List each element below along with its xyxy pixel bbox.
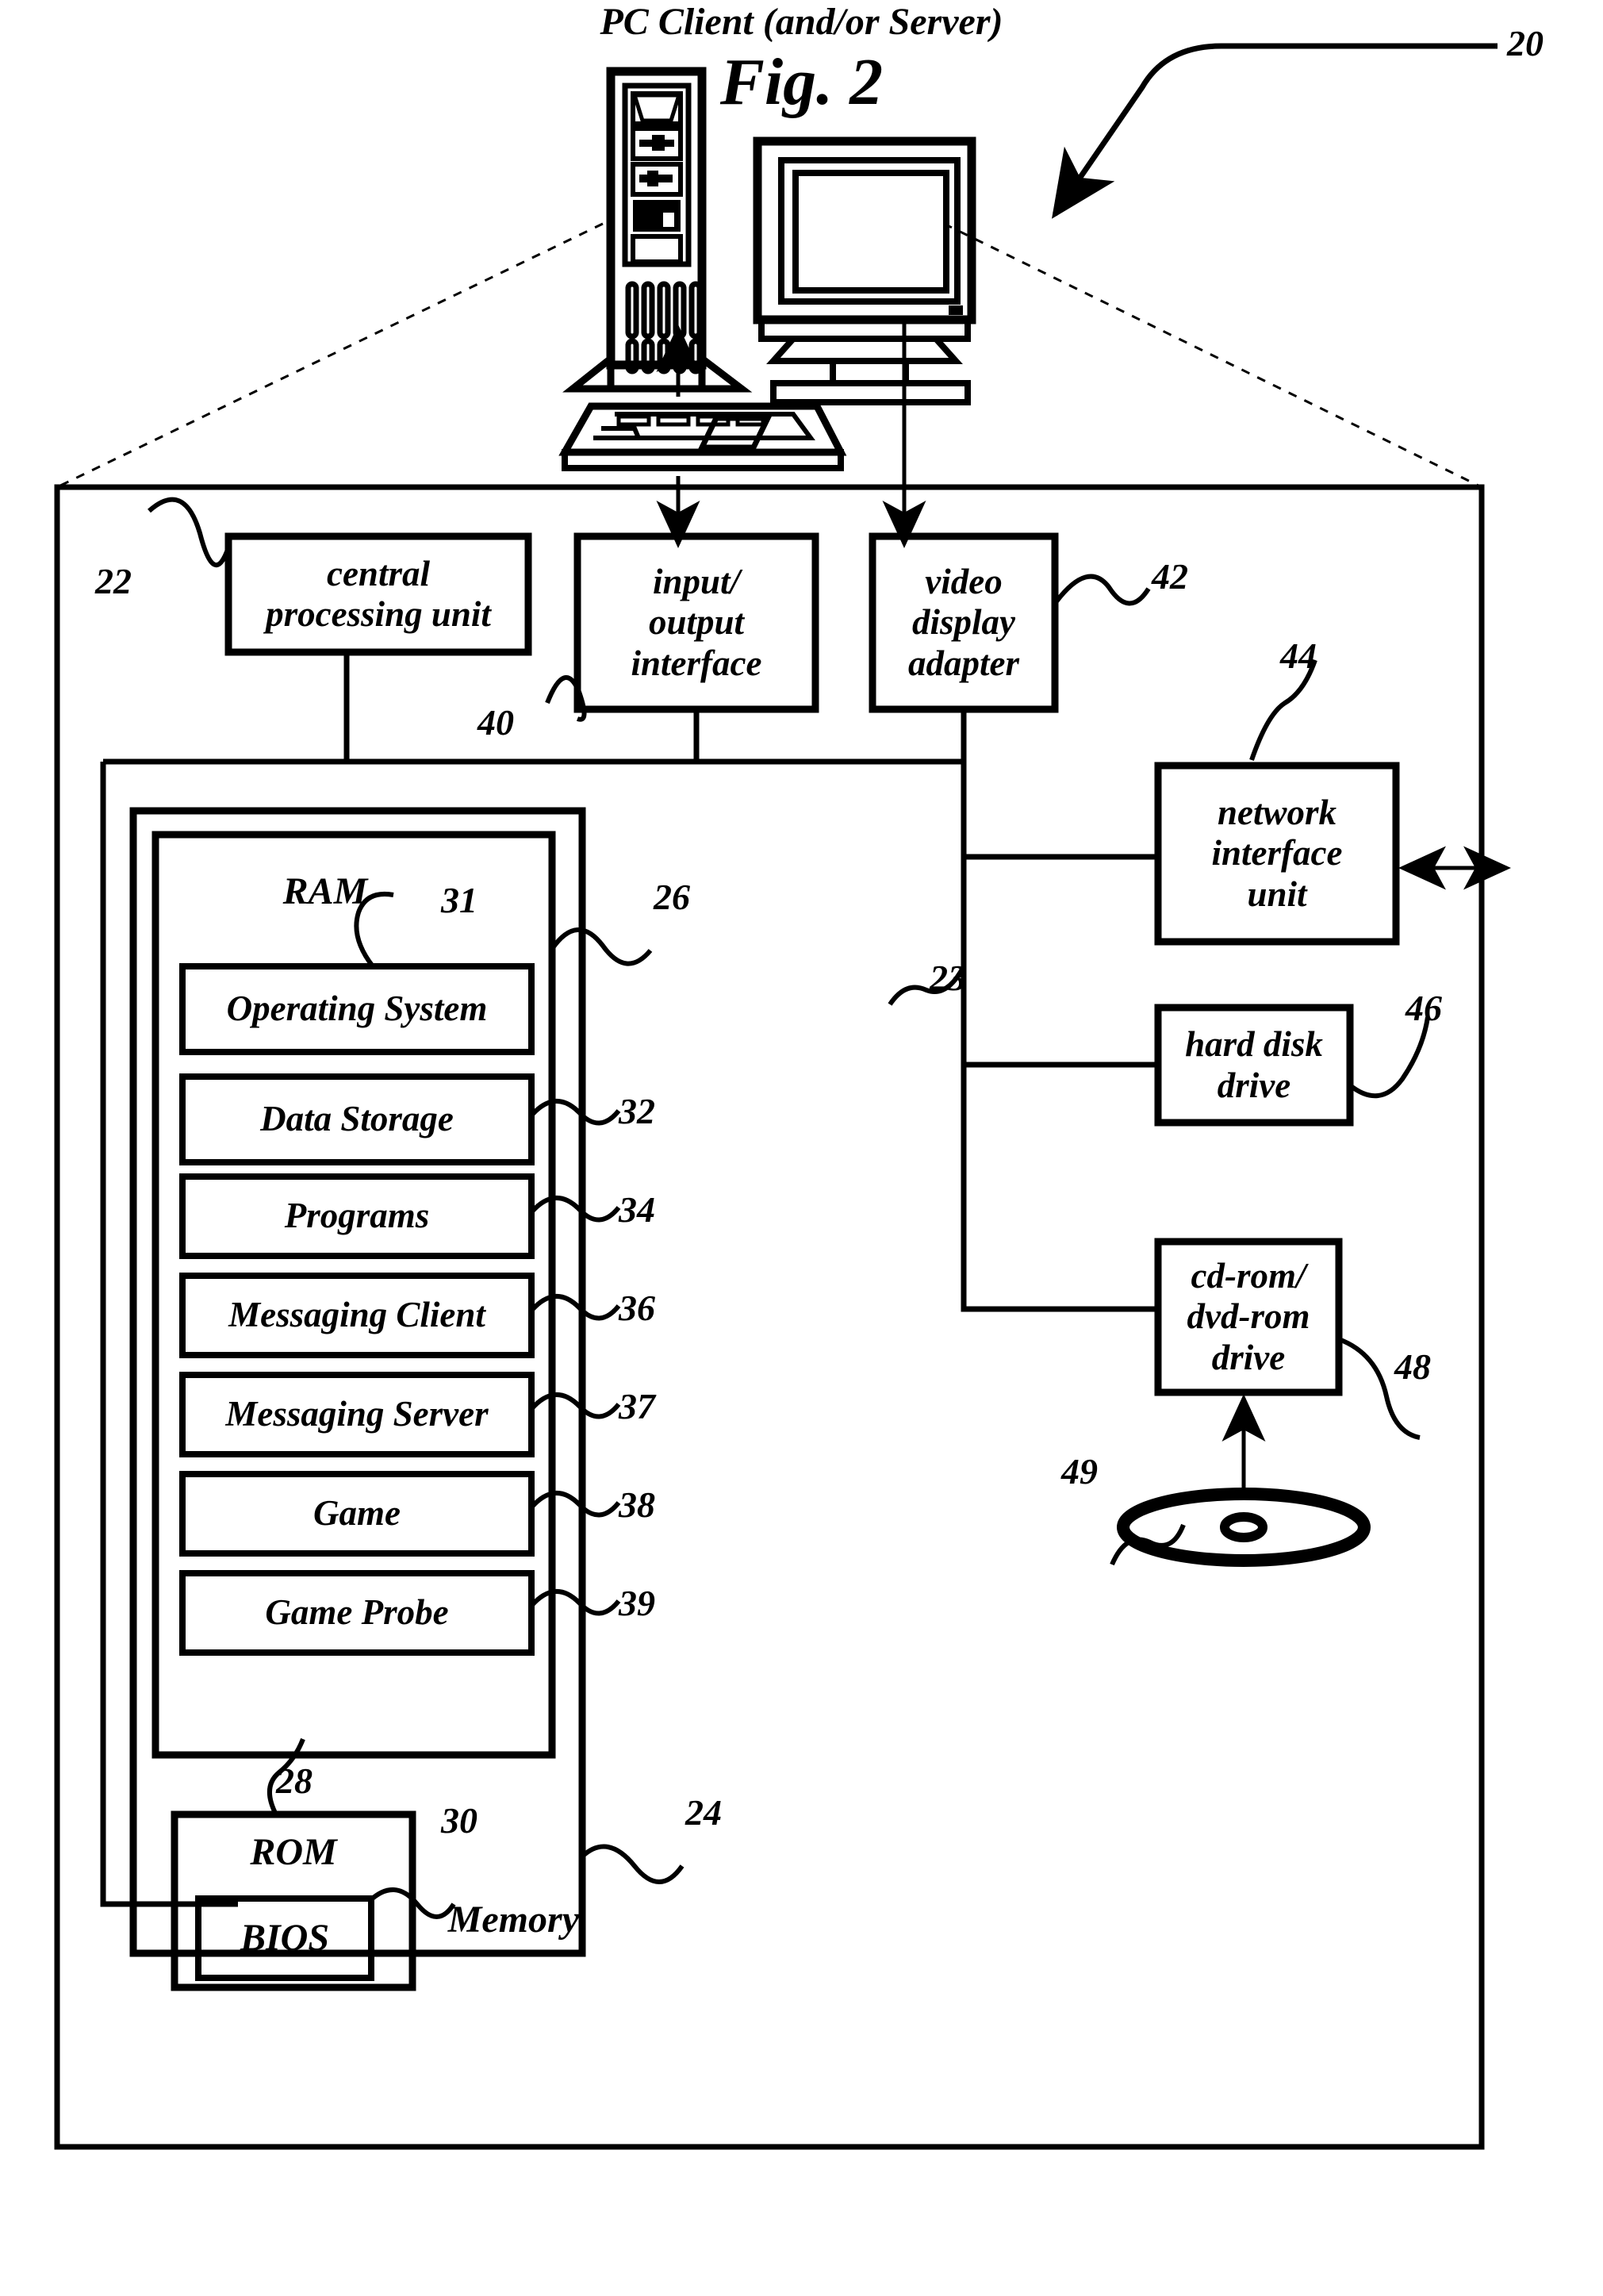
ref-39: 39 bbox=[619, 1583, 655, 1623]
ref-44: 44 bbox=[1280, 635, 1317, 676]
bios-title-text: BIOS bbox=[240, 1916, 330, 1959]
ram-title: RAM bbox=[238, 870, 412, 914]
io-label-text: input/ output interface bbox=[631, 562, 762, 683]
ref-42: 42 bbox=[1152, 556, 1188, 597]
ram-title-text: RAM bbox=[282, 870, 368, 912]
ram-item-label: Operating System bbox=[226, 989, 488, 1029]
ram-item-game-probe: Game Probe bbox=[182, 1573, 531, 1653]
ref-20: 20 bbox=[1507, 23, 1544, 63]
ref-26: 26 bbox=[654, 877, 690, 917]
ref-24: 24 bbox=[685, 1792, 722, 1833]
harddisk-label: hard disk drive bbox=[1158, 1008, 1350, 1123]
ram-item-label: Messaging Client bbox=[228, 1295, 485, 1335]
network-label-text: network interface unit bbox=[1211, 793, 1343, 914]
ref-40: 40 bbox=[477, 702, 514, 743]
video-label: video display adapter bbox=[872, 536, 1055, 709]
cdrom-label-text: cd-rom/ dvd-rom drive bbox=[1187, 1256, 1310, 1377]
ref-38: 38 bbox=[619, 1484, 655, 1525]
disc-illustration bbox=[1117, 1488, 1371, 1567]
io-label: input/ output interface bbox=[577, 536, 815, 709]
patent-figure: PC Client (and/or Server) central proces… bbox=[0, 0, 1603, 2296]
ram-item-label: Programs bbox=[284, 1196, 430, 1236]
ref-36: 36 bbox=[619, 1288, 655, 1328]
ram-item-label: Game bbox=[313, 1493, 401, 1534]
ref-34: 34 bbox=[619, 1189, 655, 1230]
ram-item-data-storage: Data Storage bbox=[182, 1077, 531, 1162]
ram-item-messaging-client: Messaging Client bbox=[182, 1276, 531, 1355]
ref-37: 37 bbox=[619, 1386, 655, 1426]
ref-32: 32 bbox=[619, 1091, 655, 1131]
bios-title: BIOS bbox=[198, 1899, 371, 1978]
ref-46: 46 bbox=[1406, 988, 1442, 1028]
ref-31: 31 bbox=[441, 880, 477, 920]
expansion-lines bbox=[56, 222, 1482, 489]
ram-item-label: Messaging Server bbox=[225, 1394, 489, 1434]
computer-illustration bbox=[558, 67, 976, 471]
ram-item-label: Game Probe bbox=[265, 1592, 449, 1633]
cpu-label: central processing unit bbox=[228, 536, 528, 652]
ref-23: 23 bbox=[930, 958, 966, 998]
memory-title: Memory bbox=[357, 1896, 579, 1944]
memory-title-text: Memory bbox=[447, 1898, 579, 1941]
ram-item-programs: Programs bbox=[182, 1177, 531, 1256]
cpu-label-text: central processing unit bbox=[266, 553, 491, 634]
ref-48: 48 bbox=[1394, 1346, 1431, 1387]
video-label-text: video display adapter bbox=[908, 562, 1019, 683]
network-label: network interface unit bbox=[1158, 766, 1396, 942]
ref-30: 30 bbox=[441, 1800, 477, 1841]
ref-28: 28 bbox=[276, 1760, 313, 1801]
harddisk-label-text: hard disk drive bbox=[1185, 1024, 1323, 1105]
ram-item-operating-system: Operating System bbox=[182, 966, 531, 1052]
ram-item-label: Data Storage bbox=[260, 1099, 454, 1139]
ram-item-messaging-server: Messaging Server bbox=[182, 1375, 531, 1454]
ref-49: 49 bbox=[1061, 1451, 1098, 1492]
rom-title: ROM bbox=[182, 1825, 405, 1880]
ref-20-leader bbox=[1052, 43, 1498, 219]
ref-22: 22 bbox=[95, 561, 132, 601]
rom-title-text: ROM bbox=[250, 1830, 337, 1873]
cdrom-label: cd-rom/ dvd-rom drive bbox=[1158, 1242, 1339, 1392]
ram-item-game: Game bbox=[182, 1474, 531, 1553]
